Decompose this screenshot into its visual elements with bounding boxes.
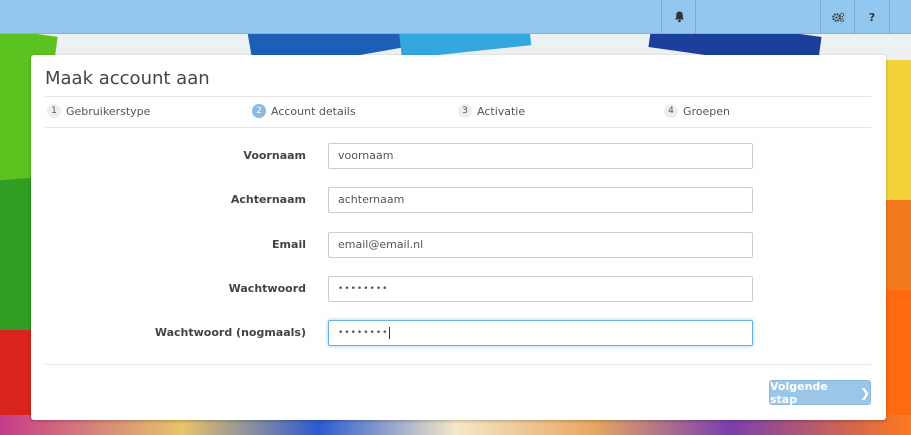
email-input[interactable]: email@email.nl bbox=[328, 232, 753, 258]
bell-icon bbox=[674, 11, 684, 23]
step-activatie[interactable]: 3 Activatie bbox=[458, 104, 525, 118]
achternaam-label: Achternaam bbox=[230, 193, 306, 206]
divider bbox=[45, 96, 871, 97]
password-input[interactable]: •••••••• bbox=[328, 276, 753, 302]
gears-icon bbox=[831, 12, 844, 22]
create-account-card: Maak account aan 1 Gebruikerstype 2 Acco… bbox=[31, 55, 886, 420]
form-row-achternaam: Achternaam achternaam bbox=[31, 187, 886, 213]
help-icon: ? bbox=[868, 10, 876, 24]
step-groepen[interactable]: 4 Groepen bbox=[664, 104, 730, 118]
step-label: Activatie bbox=[477, 104, 526, 118]
step-number: 2 bbox=[252, 104, 266, 118]
voornaam-label: Voornaam bbox=[243, 149, 306, 162]
divider bbox=[45, 364, 871, 365]
achternaam-input[interactable]: achternaam bbox=[328, 187, 753, 213]
user-menu[interactable] bbox=[695, 0, 821, 34]
wachtwoord-nogmaals-label: Wachtwoord (nogmaals) bbox=[154, 326, 306, 339]
notifications-button[interactable] bbox=[661, 0, 696, 34]
next-step-button[interactable]: Volgende stap ❯ bbox=[769, 379, 871, 406]
password-confirm-value: •••••••• bbox=[338, 328, 389, 338]
settings-button[interactable] bbox=[820, 0, 855, 34]
step-number: 1 bbox=[47, 104, 61, 118]
next-step-label: Volgende stap bbox=[770, 379, 828, 406]
step-number: 3 bbox=[458, 104, 472, 118]
wachtwoord-label: Wachtwoord bbox=[228, 282, 306, 295]
form-row-wachtwoord: Wachtwoord •••••••• bbox=[31, 276, 886, 302]
step-number: 4 bbox=[664, 104, 678, 118]
step-label: Gebruikerstype bbox=[66, 104, 151, 118]
form-row-voornaam: Voornaam voornaam bbox=[31, 143, 886, 169]
page-title: Maak account aan bbox=[45, 68, 210, 89]
step-gebruikerstype[interactable]: 1 Gebruikerstype bbox=[47, 104, 150, 118]
voornaam-input[interactable]: voornaam bbox=[328, 143, 753, 169]
form-row-wachtwoord-nogmaals: Wachtwoord (nogmaals) •••••••• bbox=[31, 320, 886, 346]
wizard-steps: 1 Gebruikerstype 2 Account details 3 Act… bbox=[45, 102, 871, 124]
password-confirm-input[interactable]: •••••••• bbox=[328, 320, 753, 346]
divider bbox=[45, 127, 871, 128]
step-account-details[interactable]: 2 Account details bbox=[252, 104, 356, 118]
help-button[interactable]: ? bbox=[854, 0, 890, 34]
top-bar: ? bbox=[0, 0, 911, 34]
form-row-email: Email email@email.nl bbox=[31, 232, 886, 258]
step-label: Groepen bbox=[683, 104, 731, 118]
email-label: Email bbox=[272, 238, 306, 251]
text-caret bbox=[389, 326, 391, 339]
chevron-right-icon: ❯ bbox=[859, 385, 870, 400]
step-label: Account details bbox=[271, 104, 356, 118]
